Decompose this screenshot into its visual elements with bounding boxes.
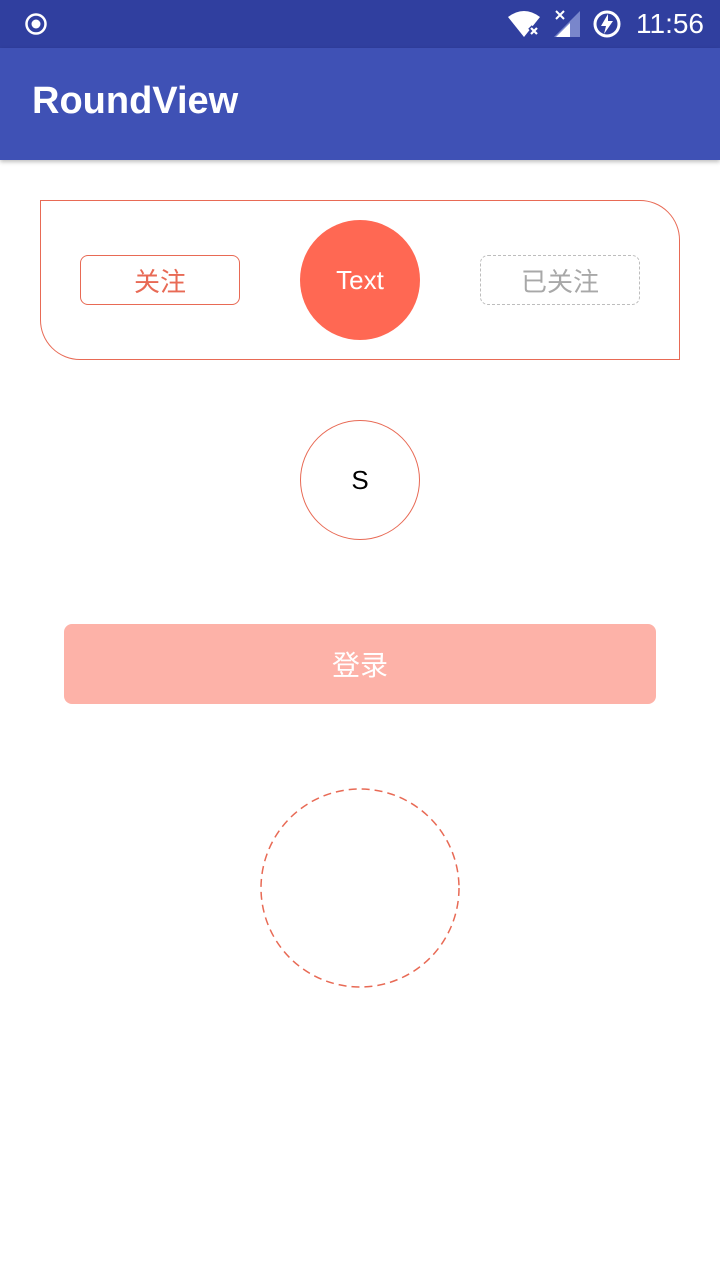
- login-label: 登录: [331, 649, 388, 682]
- login-button[interactable]: 登录: [64, 624, 656, 704]
- followed-label: 已关注: [520, 267, 599, 298]
- app-bar: RoundView: [0, 48, 720, 160]
- clock-time: 11:56: [636, 8, 704, 39]
- avatar-circle[interactable]: S: [300, 420, 420, 540]
- followed-button[interactable]: 已关注: [480, 255, 640, 305]
- follow-label: 关注: [133, 267, 186, 298]
- avatar-letter: S: [351, 464, 369, 495]
- status-bar: 11:56: [0, 0, 720, 48]
- follow-button[interactable]: 关注: [80, 255, 240, 305]
- signal-icon: [554, 10, 580, 37]
- app-title: RoundView: [32, 80, 239, 122]
- text-circle-button[interactable]: Text: [300, 220, 420, 340]
- text-circle-label: Text: [336, 264, 384, 295]
- dashed-circle[interactable]: [260, 788, 460, 988]
- battery-charging-icon: [593, 10, 621, 38]
- record-icon: [25, 13, 47, 35]
- wifi-icon: [508, 11, 540, 37]
